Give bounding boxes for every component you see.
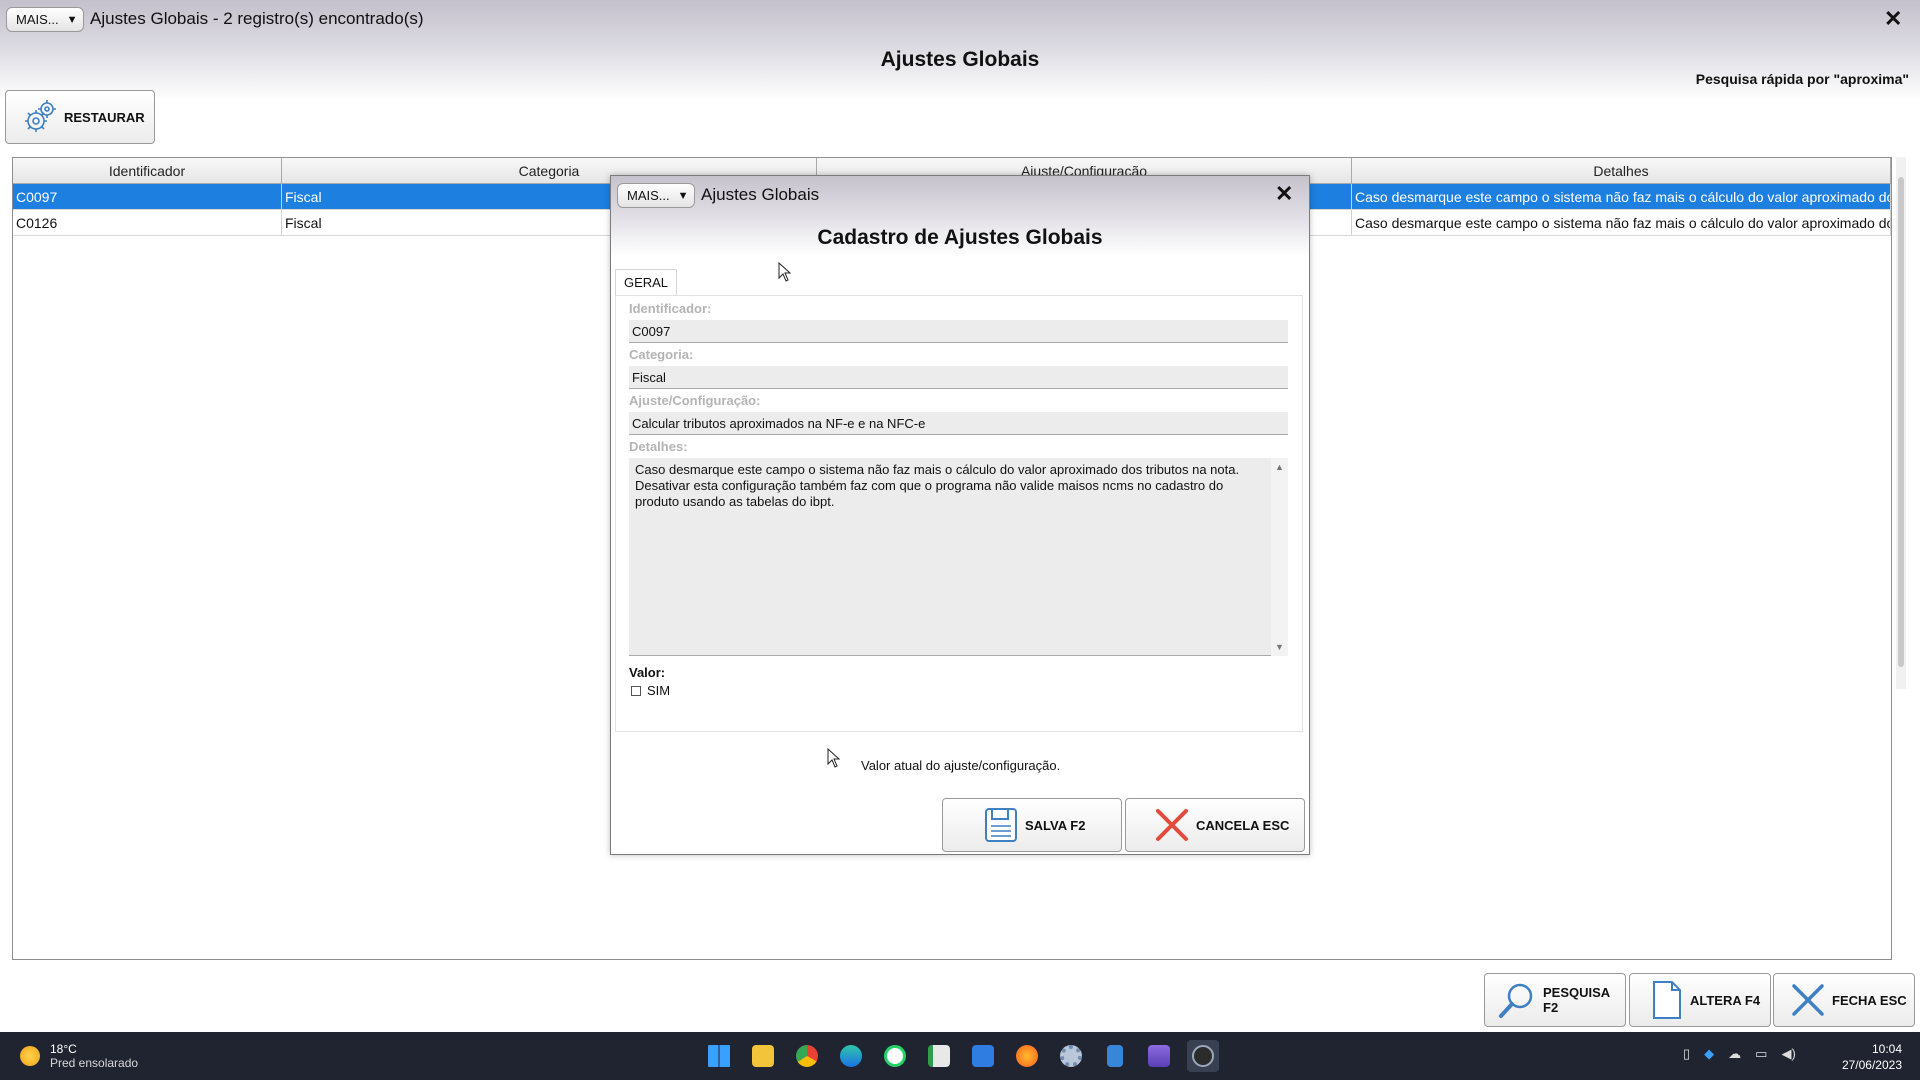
settings-dialog: MAIS... ▼ Ajustes Globais ✕ Cadastro de … [610,175,1310,855]
cell-identifier: C0097 [13,184,282,209]
dialog-mais-label: MAIS... [627,188,670,203]
cell-details: Caso desmarque este campo o sistema não … [1352,184,1891,209]
weather-description: Pred ensolarado [50,1056,139,1070]
clock-date: 27/06/2023 [1841,1058,1902,1072]
setting-field[interactable]: Calcular tributos aproximados na NF-e e … [629,412,1288,435]
edit-button[interactable]: ALTERA F4 [1629,973,1771,1027]
chevron-down-icon: ▼ [677,189,689,202]
security-icon[interactable]: ◆ [1704,1046,1714,1062]
cell-identifier: C0126 [13,210,282,235]
clock[interactable]: 10:04 27/06/2023 [1838,1041,1902,1073]
scroll-down-icon[interactable]: ▼ [1275,642,1284,652]
mouse-cursor-icon [778,262,792,282]
column-header-details[interactable]: Detalhes [1352,158,1891,183]
floppy-disk-icon [985,808,1017,842]
dialog-titlebar: MAIS... ▼ Ajustes Globais ✕ Cadastro de … [611,176,1309,256]
quick-search-status: Pesquisa rápida por "aproxima" [1695,71,1909,87]
search-button-label: PESQUISA F2 [1543,985,1610,1015]
save-button-label: SALVA F2 [1025,817,1086,833]
mouse-cursor-icon [827,748,841,768]
temperature: 18°C [50,1042,77,1056]
start-icon[interactable] [703,1040,735,1072]
setting-label: Ajuste/Configuração: [629,393,761,408]
sim-checkbox[interactable] [631,686,641,696]
category-field[interactable]: Fiscal [629,366,1288,389]
settings-icon[interactable] [1055,1040,1087,1072]
scroll-up-icon[interactable]: ▲ [1275,462,1284,472]
identifier-label: Identificador: [629,301,712,316]
gear-icon [25,100,56,132]
window-title: Ajustes Globais - 2 registro(s) encontra… [90,9,424,28]
main-mais-label: MAIS... [16,12,59,27]
edge-icon[interactable] [835,1040,867,1072]
search-button[interactable]: PESQUISA F2 [1484,973,1626,1027]
details-scrollbar[interactable]: ▲ ▼ [1271,458,1288,656]
cell-details: Caso desmarque este campo o sistema não … [1352,210,1891,235]
sim-label[interactable]: SIM [647,683,670,698]
taskbar: 18°C Pred ensolarado ▯ ◆ ☁ ▭ ◀) 10:04 27… [0,1032,1920,1080]
cloud-icon[interactable]: ☁ [1728,1046,1741,1062]
identifier-field[interactable]: C0097 [629,320,1288,343]
taskbar-apps [703,1040,1219,1072]
whatsapp-icon[interactable] [879,1040,911,1072]
clock-time: 10:04 [1871,1042,1902,1056]
details-textarea[interactable]: Caso desmarque este campo o sistema não … [629,458,1288,656]
dialog-close-icon[interactable]: ✕ [1275,181,1293,207]
firefox-icon[interactable] [1011,1040,1043,1072]
close-icon [1792,984,1824,1016]
usb-icon[interactable]: ▯ [1683,1046,1690,1062]
tab-geral[interactable]: GERAL [615,269,677,295]
network-icon[interactable]: ▭ [1755,1046,1767,1062]
column-header-identifier[interactable]: Identificador [13,158,282,183]
chevron-down-icon: ▼ [66,13,78,26]
document-icon [1653,981,1681,1019]
main-mais-dropdown[interactable]: MAIS... ▼ [6,7,84,32]
notepad-icon[interactable] [1099,1040,1131,1072]
video-icon[interactable] [1143,1040,1175,1072]
close-button[interactable]: FECHA ESC [1773,973,1915,1027]
app-icon[interactable] [1187,1040,1219,1072]
spreadsheet-icon[interactable] [923,1040,955,1072]
chrome-icon[interactable] [791,1040,823,1072]
details-label: Detalhes: [629,439,688,454]
file-explorer-icon[interactable] [747,1040,779,1072]
category-label: Categoria: [629,347,694,362]
weather-widget[interactable]: 18°C Pred ensolarado [20,1042,138,1070]
cancel-x-icon [1156,809,1188,841]
dialog-mais-dropdown[interactable]: MAIS... ▼ [617,183,695,208]
details-text: Caso desmarque este campo o sistema não … [635,462,1240,509]
dialog-heading: Cadastro de Ajustes Globais [817,226,1103,249]
restore-label: RESTAURAR [64,109,145,125]
cancel-button-label: CANCELA ESC [1196,817,1290,833]
edit-button-label: ALTERA F4 [1690,992,1761,1008]
page-title: Ajustes Globais [880,48,1040,71]
system-tray: ▯ ◆ ☁ ▭ ◀) [1683,1046,1796,1062]
dialog-title: Ajustes Globais [701,185,820,204]
search-icon [1499,983,1533,1018]
save-button[interactable]: SALVA F2 [942,798,1122,852]
sun-icon [20,1046,40,1066]
grid-scrollbar[interactable] [1896,157,1906,689]
restore-button[interactable]: RESTAURAR [5,90,155,144]
main-titlebar: MAIS... ▼ Ajustes Globais - 2 registro(s… [0,0,1920,100]
window-close-icon[interactable]: ✕ [1884,6,1902,32]
close-button-label: FECHA ESC [1832,992,1907,1008]
field-hint: Valor atual do ajuste/configuração. [861,758,1061,773]
volume-icon[interactable]: ◀) [1781,1046,1795,1062]
cancel-button[interactable]: CANCELA ESC [1125,798,1305,852]
mail-icon[interactable] [967,1040,999,1072]
value-label: Valor: [629,665,666,680]
